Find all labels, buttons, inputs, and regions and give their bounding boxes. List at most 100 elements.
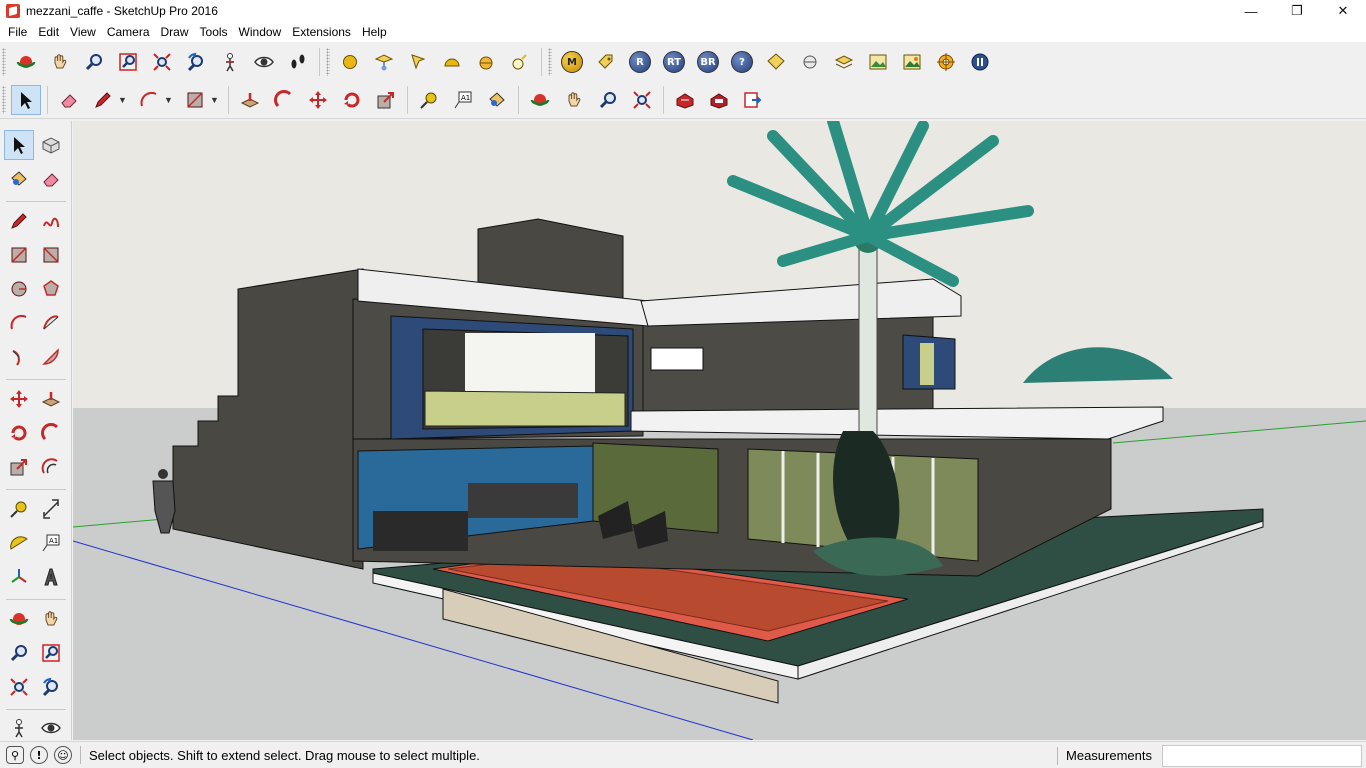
make-component-button[interactable] <box>36 130 66 160</box>
menu-tools[interactable]: Tools <box>196 25 232 39</box>
toolbar-grip[interactable] <box>326 48 330 76</box>
select-tool-button[interactable] <box>11 84 41 115</box>
tape-measure-tool-button[interactable] <box>414 85 444 115</box>
paint-bucket-tool-button[interactable] <box>4 164 34 194</box>
shapes-tool-button[interactable] <box>180 85 210 115</box>
plugin-r-button[interactable]: R <box>625 47 655 77</box>
flag-tool-button[interactable] <box>403 47 433 77</box>
toolbar-grip[interactable] <box>2 48 6 76</box>
send-to-layout-button[interactable] <box>738 85 768 115</box>
orbit-tool-button[interactable] <box>525 85 555 115</box>
circle-tool-button[interactable] <box>4 274 34 304</box>
position-camera-tool-button[interactable] <box>4 713 34 743</box>
geolocation-icon[interactable]: ⚲ <box>6 746 24 764</box>
walk-button[interactable] <box>283 47 313 77</box>
arc-tool-dropdown-arrow[interactable]: ▼ <box>164 95 174 105</box>
menu-extensions[interactable]: Extensions <box>288 25 355 39</box>
menu-view[interactable]: View <box>66 25 100 39</box>
offset-tool-button[interactable] <box>36 452 66 482</box>
zoom-tool-button[interactable] <box>593 85 623 115</box>
sphere-tool-button[interactable] <box>335 47 365 77</box>
axes-tool-button[interactable] <box>4 562 34 592</box>
pan-button[interactable] <box>45 47 75 77</box>
arc-tool-button[interactable] <box>4 308 34 338</box>
push-pull-tool-button[interactable] <box>36 384 66 414</box>
3d-warehouse-button[interactable] <box>670 85 700 115</box>
line-tool-button[interactable] <box>88 85 118 115</box>
rotate-tool-button[interactable] <box>337 85 367 115</box>
user-account-icon[interactable]: ☺ <box>54 746 72 764</box>
plugin-help-button[interactable]: ? <box>727 47 757 77</box>
menu-file[interactable]: File <box>4 25 31 39</box>
menu-edit[interactable]: Edit <box>34 25 63 39</box>
orbit-button[interactable] <box>11 47 41 77</box>
three-point-arc-tool-button[interactable] <box>4 342 34 372</box>
previous-view-button[interactable] <box>181 47 211 77</box>
menu-help[interactable]: Help <box>358 25 391 39</box>
plugin-label-button[interactable] <box>761 47 791 77</box>
toolbar-grip[interactable] <box>2 85 6 114</box>
pie-tool-button[interactable] <box>36 342 66 372</box>
eraser-tool-button[interactable] <box>36 164 66 194</box>
plugin-pause-button[interactable] <box>965 47 995 77</box>
scale-tool-button[interactable] <box>4 452 34 482</box>
close-button[interactable]: ✕ <box>1320 0 1366 22</box>
polygon-tool-button[interactable] <box>36 274 66 304</box>
move-tool-button[interactable] <box>303 85 333 115</box>
rotate-tool-button[interactable] <box>4 418 34 448</box>
rotated-rectangle-tool-button[interactable] <box>36 240 66 270</box>
dome-tool-button[interactable] <box>437 47 467 77</box>
plugin-landscape-button[interactable] <box>863 47 893 77</box>
light-tool-button[interactable] <box>505 47 535 77</box>
line-tool-button[interactable] <box>4 206 34 236</box>
orbit-tool-button[interactable] <box>4 604 34 634</box>
follow-me-tool-button[interactable] <box>36 418 66 448</box>
zoom-tool-button[interactable] <box>4 638 34 668</box>
model-viewport[interactable] <box>73 121 1366 740</box>
arc-tool-button[interactable] <box>134 85 164 115</box>
tape-measure-tool-button[interactable] <box>4 494 34 524</box>
zoom-extents-tool-button[interactable] <box>4 672 34 702</box>
measurements-input[interactable] <box>1162 744 1362 767</box>
zoom-extents-button[interactable] <box>147 47 177 77</box>
zoom-window-button[interactable] <box>113 47 143 77</box>
plugin-target-button[interactable] <box>931 47 961 77</box>
scale-tool-button[interactable] <box>371 85 401 115</box>
plugin-m-button[interactable]: M <box>557 47 587 77</box>
cone-tool-button[interactable] <box>369 47 399 77</box>
shapes-tool-dropdown-arrow[interactable]: ▼ <box>210 95 220 105</box>
plugin-export-button[interactable] <box>897 47 927 77</box>
text-tool-button[interactable]: A1 <box>36 528 66 558</box>
zoom-window-tool-button[interactable] <box>36 638 66 668</box>
half-sphere-tool-button[interactable] <box>471 47 501 77</box>
extension-warehouse-button[interactable] <box>704 85 734 115</box>
minimize-button[interactable]: — <box>1228 0 1274 22</box>
pan-tool-button[interactable] <box>36 604 66 634</box>
paint-bucket-tool-button[interactable] <box>482 85 512 115</box>
plugin-layers-button[interactable] <box>829 47 859 77</box>
menu-window[interactable]: Window <box>235 25 286 39</box>
select-tool-button[interactable] <box>4 130 34 160</box>
two-point-arc-tool-button[interactable] <box>36 308 66 338</box>
toolbar-grip[interactable] <box>548 48 552 76</box>
protractor-tool-button[interactable] <box>4 528 34 558</box>
push-pull-tool-button[interactable] <box>235 85 265 115</box>
pan-tool-button[interactable] <box>559 85 589 115</box>
menu-draw[interactable]: Draw <box>157 25 193 39</box>
move-tool-button[interactable] <box>4 384 34 414</box>
line-tool-dropdown-arrow[interactable]: ▼ <box>118 95 128 105</box>
eraser-tool-button[interactable] <box>54 85 84 115</box>
previous-view-tool-button[interactable] <box>36 672 66 702</box>
plugin-material-button[interactable] <box>795 47 825 77</box>
plugin-rt-button[interactable]: RT <box>659 47 689 77</box>
rectangle-tool-button[interactable] <box>4 240 34 270</box>
zoom-button[interactable] <box>79 47 109 77</box>
maximize-button[interactable]: ❐ <box>1274 0 1320 22</box>
info-credits-icon[interactable]: ! <box>30 746 48 764</box>
follow-me-tool-button[interactable] <box>269 85 299 115</box>
freehand-tool-button[interactable] <box>36 206 66 236</box>
menu-camera[interactable]: Camera <box>103 25 154 39</box>
3d-text-tool-button[interactable] <box>36 562 66 592</box>
dimension-tool-button[interactable] <box>36 494 66 524</box>
text-tool-button[interactable]: A1 <box>448 85 478 115</box>
